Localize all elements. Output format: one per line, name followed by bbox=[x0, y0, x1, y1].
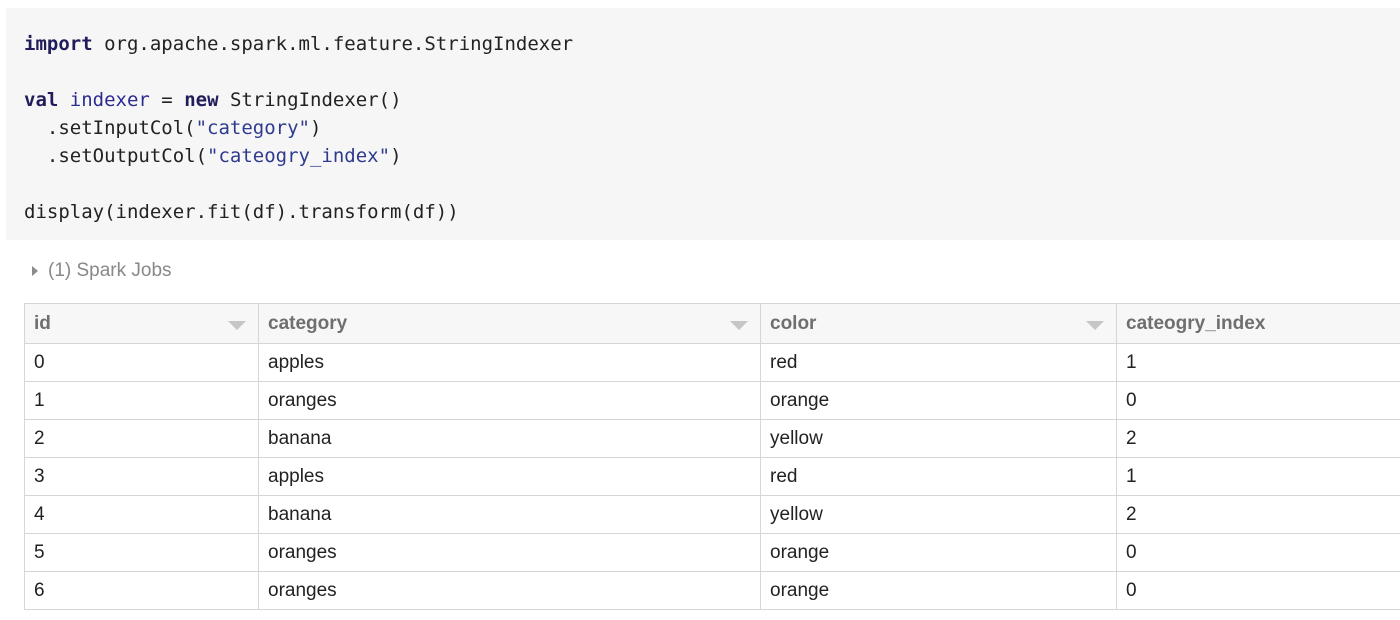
sort-caret-icon[interactable] bbox=[730, 321, 748, 330]
table-cell: 1 bbox=[24, 381, 259, 420]
table-row: 0 apples red 1 bbox=[24, 343, 1400, 382]
table-cell: 0 bbox=[1116, 533, 1400, 572]
code-token: StringIndexer() bbox=[218, 89, 402, 111]
code-line: .setInputCol("category") bbox=[24, 114, 322, 142]
code-keyword: import bbox=[24, 33, 93, 55]
code-token: = bbox=[149, 89, 185, 111]
code-token: org.apache.spark.ml.feature.StringIndexe… bbox=[92, 33, 574, 55]
code-token: .setOutputCol( bbox=[24, 145, 208, 167]
table-cell: 0 bbox=[1116, 571, 1400, 610]
table-cell: 3 bbox=[24, 457, 259, 496]
table-body: 0 apples red 1 1 oranges orange 0 2 banana yellow 2… bbox=[24, 343, 1400, 610]
column-header-id[interactable]: id bbox=[24, 303, 259, 344]
code-line: val indexer = new StringIndexer() bbox=[24, 86, 402, 114]
code-token: .setInputCol( bbox=[24, 117, 196, 139]
table-cell: 2 bbox=[1116, 419, 1400, 458]
table-cell: orange bbox=[760, 571, 1117, 610]
column-header-cateogry-index[interactable]: cateogry_index bbox=[1116, 303, 1400, 344]
table-row: 4 banana yellow 2 bbox=[24, 495, 1400, 534]
column-header-label: cateogry_index bbox=[1126, 312, 1266, 334]
results-table: id category color cateogry_index 0 apples red… bbox=[24, 303, 1400, 610]
column-header-color[interactable]: color bbox=[760, 303, 1117, 344]
table-cell: 4 bbox=[24, 495, 259, 534]
table-cell: red bbox=[760, 457, 1117, 496]
spark-jobs-label: (1) Spark Jobs bbox=[48, 260, 172, 281]
expand-triangle-icon[interactable] bbox=[32, 266, 38, 276]
table-row: 2 banana yellow 2 bbox=[24, 419, 1400, 458]
column-header-label: id bbox=[34, 312, 51, 334]
code-string: "cateogry_index" bbox=[207, 145, 391, 167]
table-cell: 6 bbox=[24, 571, 259, 610]
code-line: import org.apache.spark.ml.feature.Strin… bbox=[24, 30, 573, 58]
table-row: 6 oranges orange 0 bbox=[24, 571, 1400, 610]
table-cell: orange bbox=[760, 381, 1117, 420]
table-row: 5 oranges orange 0 bbox=[24, 533, 1400, 572]
code-line: .setOutputCol("cateogry_index") bbox=[24, 142, 402, 170]
table-cell: orange bbox=[760, 533, 1117, 572]
code-token: ) bbox=[390, 145, 402, 167]
table-row: 1 oranges orange 0 bbox=[24, 381, 1400, 420]
sort-caret-icon[interactable] bbox=[228, 321, 246, 330]
table-cell: oranges bbox=[258, 533, 761, 572]
code-token: display(indexer.fit(df).transform(df)) bbox=[24, 201, 459, 223]
code-token: ) bbox=[309, 117, 322, 139]
table-cell: banana bbox=[258, 419, 761, 458]
table-cell: apples bbox=[258, 457, 761, 496]
table-cell: 2 bbox=[1116, 495, 1400, 534]
table-row: 3 apples red 1 bbox=[24, 457, 1400, 496]
spark-jobs-toggle[interactable]: (1) Spark Jobs bbox=[32, 258, 172, 284]
table-cell: red bbox=[760, 343, 1117, 382]
column-header-category[interactable]: category bbox=[258, 303, 761, 344]
table-cell: 5 bbox=[24, 533, 259, 572]
table-cell: 1 bbox=[1116, 343, 1400, 382]
column-header-label: category bbox=[268, 312, 348, 334]
table-cell: banana bbox=[258, 495, 761, 534]
table-cell: yellow bbox=[760, 419, 1117, 458]
code-token: indexer bbox=[69, 89, 150, 111]
table-cell: yellow bbox=[760, 495, 1117, 534]
table-cell: 1 bbox=[1116, 457, 1400, 496]
code-keyword: val bbox=[24, 89, 59, 111]
table-cell: oranges bbox=[258, 381, 761, 420]
table-cell: 2 bbox=[24, 419, 259, 458]
column-header-label: color bbox=[770, 312, 817, 334]
code-keyword: new bbox=[184, 89, 219, 111]
sort-caret-icon[interactable] bbox=[1086, 321, 1104, 330]
table-header-row: id category color cateogry_index bbox=[24, 303, 1400, 344]
table-cell: oranges bbox=[258, 571, 761, 610]
code-cell[interactable]: import org.apache.spark.ml.feature.Strin… bbox=[6, 8, 1400, 240]
table-cell: 0 bbox=[24, 343, 259, 382]
code-string: "category" bbox=[195, 117, 310, 139]
table-cell: 0 bbox=[1116, 381, 1400, 420]
table-cell: apples bbox=[258, 343, 761, 382]
code-line: display(indexer.fit(df).transform(df)) bbox=[24, 198, 459, 226]
